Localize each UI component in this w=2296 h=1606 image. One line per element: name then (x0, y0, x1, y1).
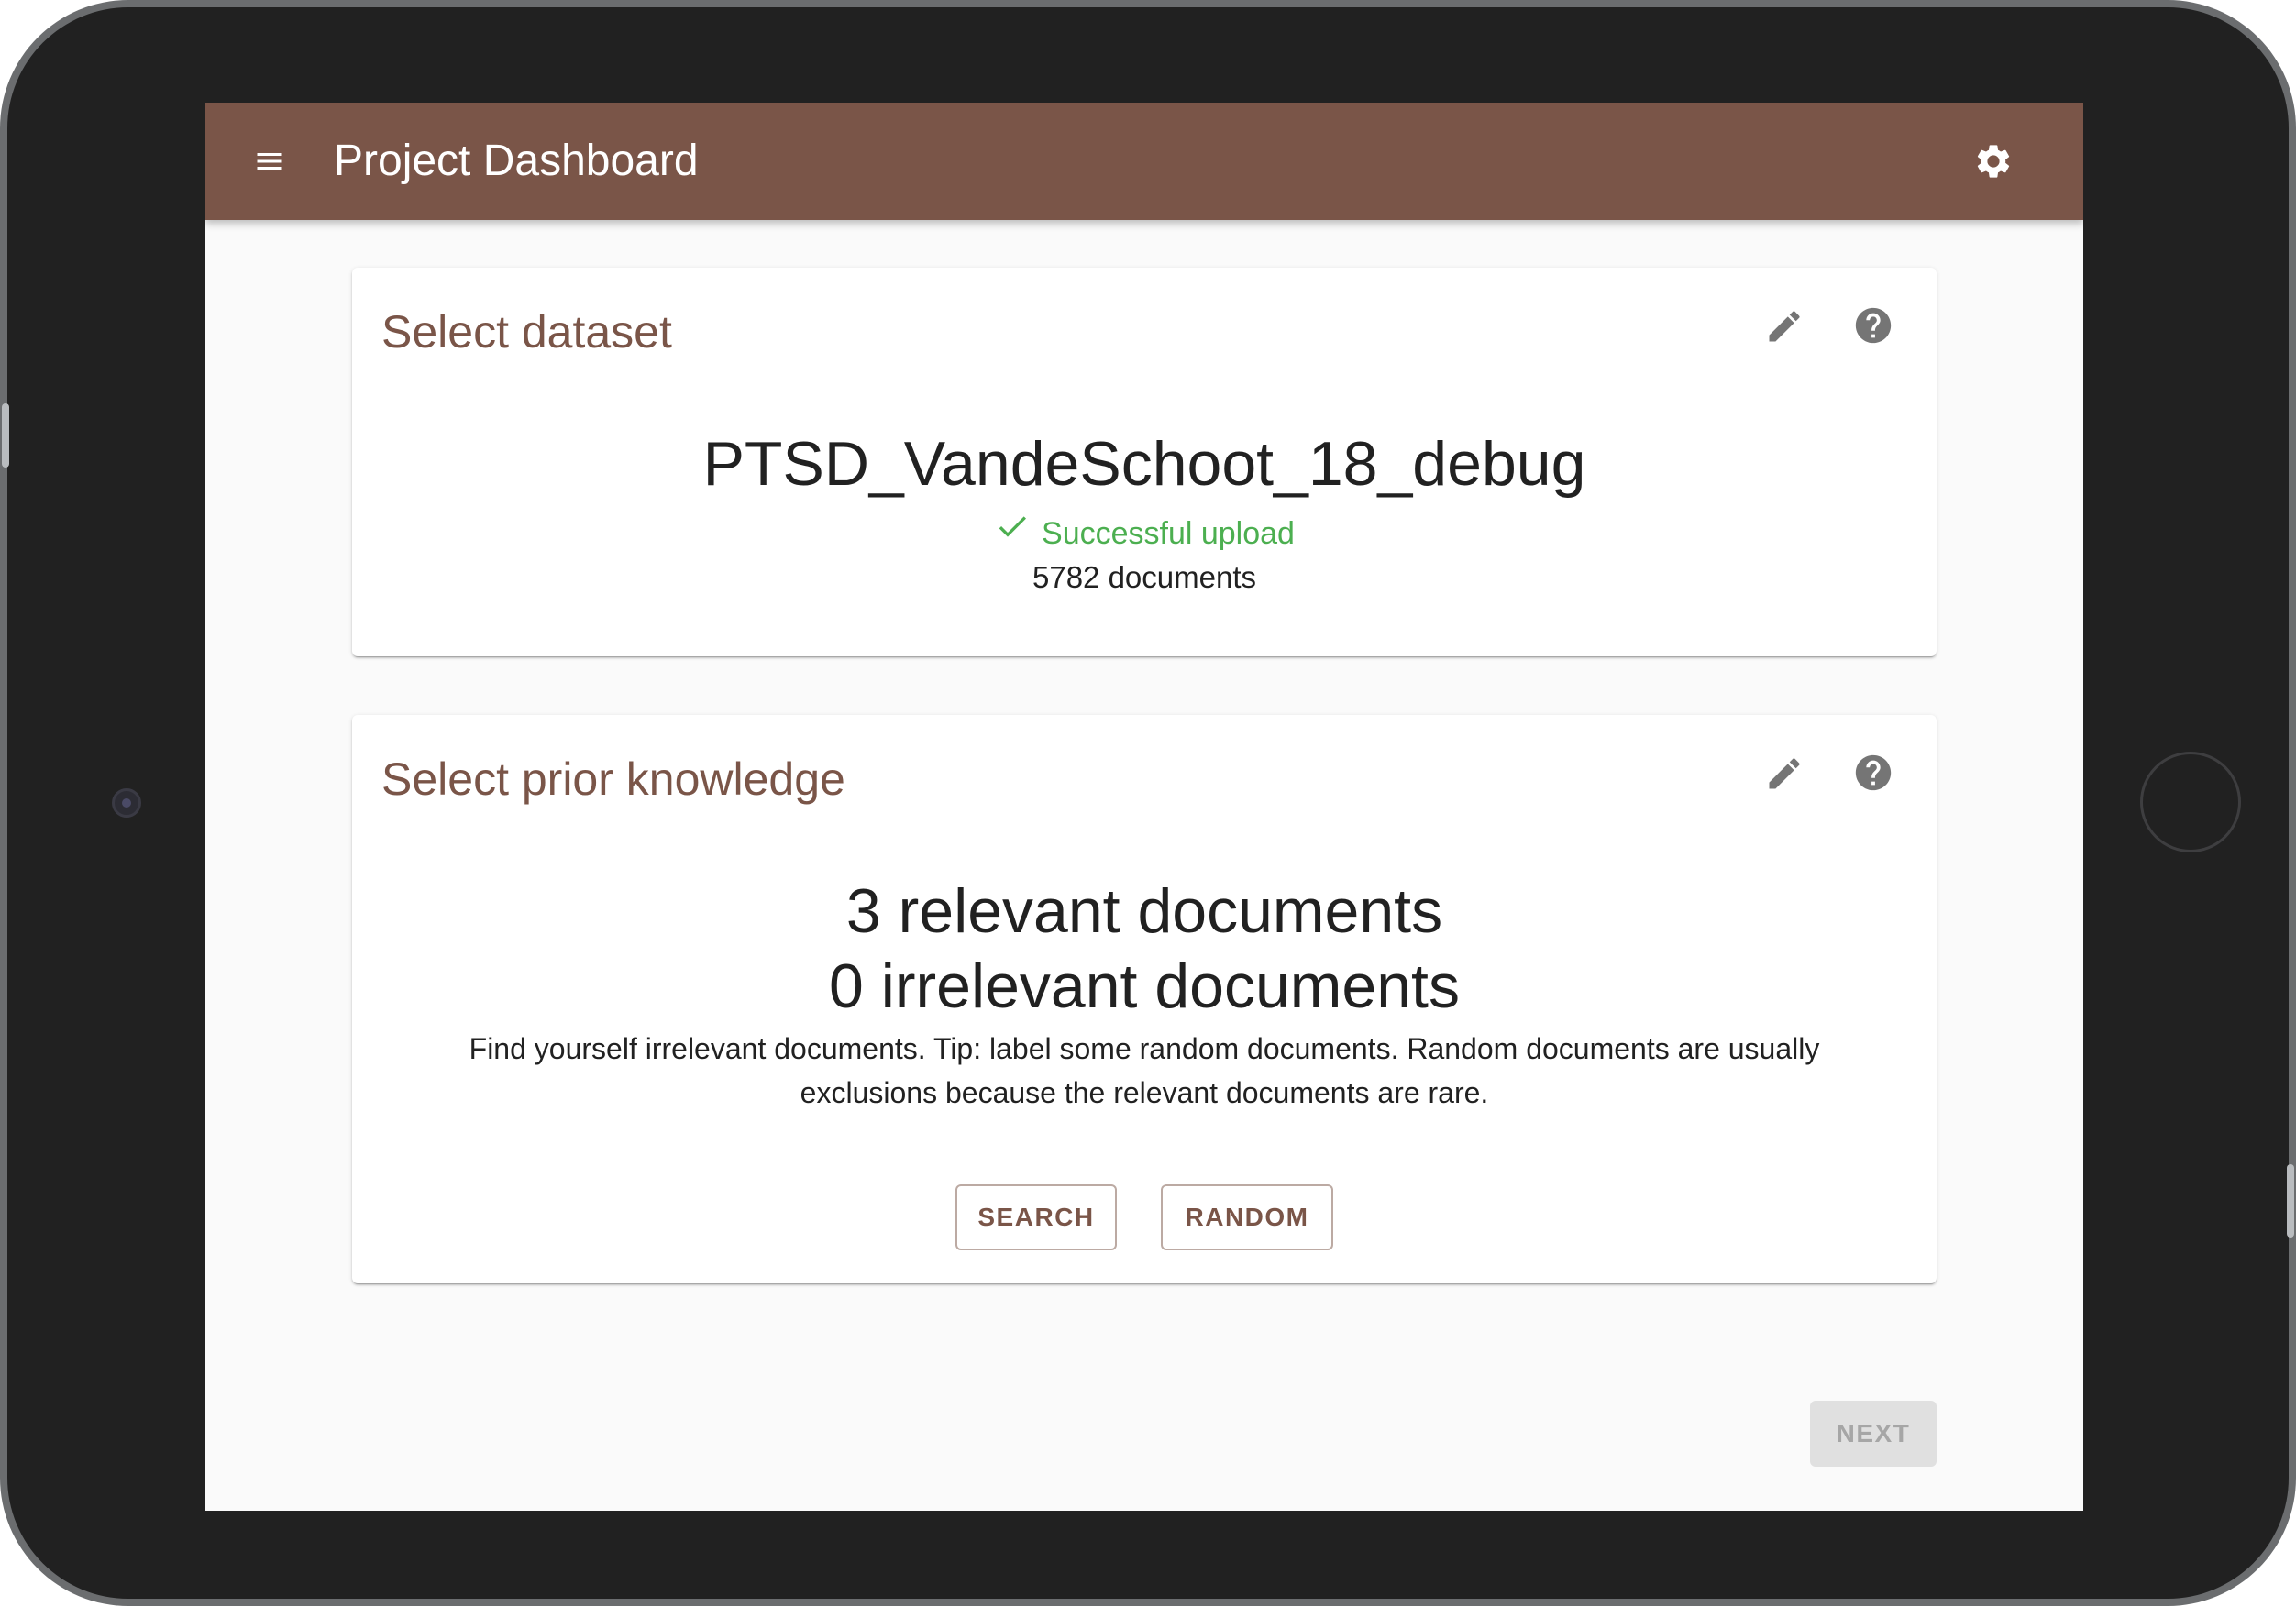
menu-icon[interactable] (253, 145, 286, 178)
side-button-left (2, 403, 9, 468)
irrelevant-count: 0 irrelevant documents (829, 952, 1460, 1021)
page-title: Project Dashboard (334, 137, 699, 185)
random-button[interactable]: RANDOM (1161, 1184, 1333, 1250)
home-button (2140, 752, 2241, 852)
dataset-card: Select dataset PTSD_VandeSchoot_18_debug… (352, 268, 1937, 656)
prior-card-title: Select prior knowledge (381, 754, 845, 805)
pencil-icon[interactable] (1764, 306, 1805, 346)
dataset-name: PTSD_VandeSchoot_18_debug (702, 429, 1586, 499)
relevant-count: 3 relevant documents (845, 876, 1443, 946)
search-button[interactable]: SEARCH (955, 1184, 1117, 1250)
app-screen: Project Dashboard Select dataset PTSD_Va… (205, 103, 2083, 1511)
front-camera (112, 788, 141, 818)
upload-status: Successful upload (352, 508, 1937, 554)
side-button-right (2287, 1164, 2294, 1238)
next-button[interactable]: NEXT (1810, 1401, 1937, 1467)
pencil-icon[interactable] (1764, 754, 1805, 794)
tip-line-2: exclusions because the relevant document… (800, 1076, 1489, 1109)
upload-status-text: Successful upload (1042, 516, 1295, 551)
help-icon[interactable] (1852, 752, 1894, 794)
prior-knowledge-card: Select prior knowledge 3 relevant docume… (352, 715, 1937, 1283)
tip-line-1: Find yourself irrelevant documents. Tip:… (469, 1032, 1820, 1065)
tip-text: Find yourself irrelevant documents. Tip:… (444, 1027, 1845, 1115)
dataset-card-title: Select dataset (381, 306, 672, 358)
gear-icon[interactable] (1973, 141, 2014, 182)
document-count: 5782 documents (1032, 560, 1256, 594)
check-icon (999, 516, 1027, 537)
help-icon[interactable] (1852, 304, 1894, 346)
app-bar: Project Dashboard (205, 103, 2083, 220)
tablet-frame: Project Dashboard Select dataset PTSD_Va… (0, 0, 2296, 1606)
